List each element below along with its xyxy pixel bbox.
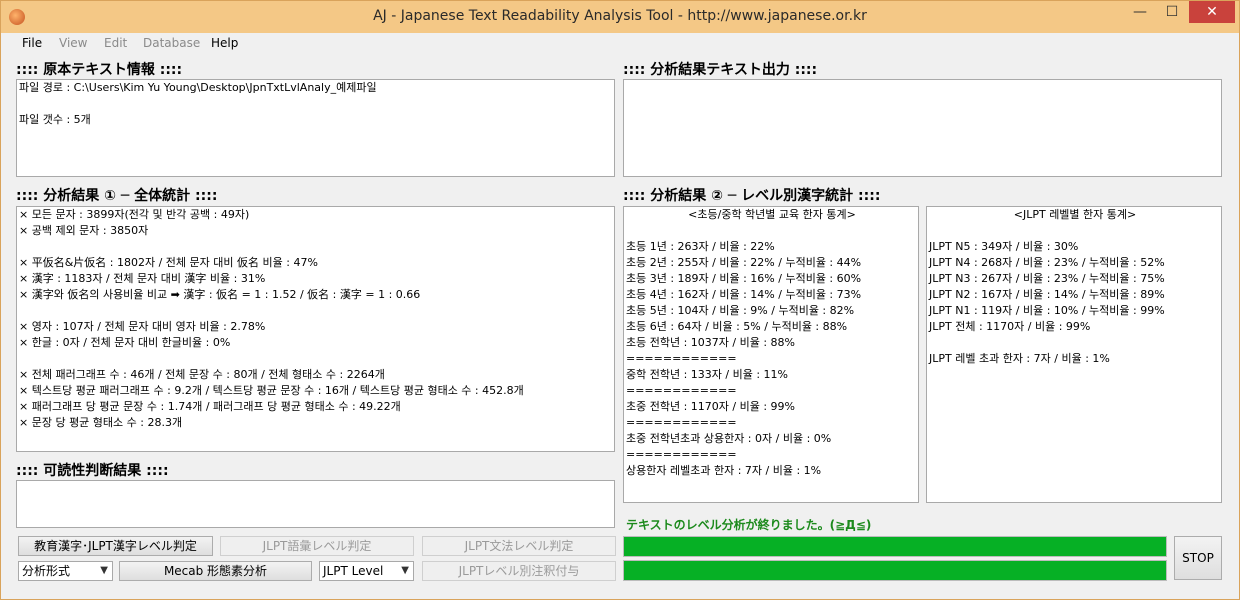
chevron-down-icon: ▼ [100, 565, 108, 576]
app-window: AJ - Japanese Text Readability Analysis … [0, 0, 1240, 600]
readability-title: :::: 可読性判断結果 :::: [16, 463, 169, 479]
menu-database[interactable]: Database [143, 36, 200, 50]
separator: ============ [626, 352, 737, 365]
stat-nonspace-chars: × 공백 제외 문자 : 3850자 [19, 224, 149, 237]
output-title: :::: 分析結果テキスト出力 :::: [623, 62, 818, 78]
level-stats-title: :::: 分析結果 ② ─ レベル別漢字統計 :::: [623, 188, 881, 204]
jlpt-n1: JLPT N1 : 119자 / 비율 : 10% / 누적비율 : 99% [929, 304, 1165, 317]
readability-result-box[interactable] [16, 480, 615, 528]
jlpt-stats-header: <JLPT 레벨별 한자 통계> [1013, 208, 1137, 221]
separator: ============ [626, 416, 737, 429]
menu-view[interactable]: View [59, 36, 87, 50]
jlpt-n3: JLPT N3 : 267자 / 비율 : 23% / 누적비율 : 75% [929, 272, 1165, 285]
stat-per-sentence: × 문장 당 평균 형태소 수 : 28.3개 [19, 416, 183, 429]
jlpt-level-value: JLPT Level [323, 564, 384, 578]
school-kanji-stats-box[interactable]: <초등/중학 학년별 교육 한자 통계> 초등 1년 : 263자 / 비율 :… [623, 206, 919, 503]
stat-kana: × 平仮名&片仮名 : 1802자 / 전체 문자 대비 仮名 비율 : 47% [19, 256, 318, 269]
close-icon[interactable]: ✕ [1189, 1, 1235, 23]
mecab-button[interactable]: Mecab 形態素分析 [119, 561, 312, 581]
maximize-icon[interactable]: ☐ [1157, 1, 1187, 23]
stop-button[interactable]: STOP [1174, 536, 1222, 580]
stat-hangul: × 한글 : 0자 / 전체 문자 대비 한글비율 : 0% [19, 336, 231, 349]
output-text-box[interactable] [623, 79, 1222, 177]
school-stats-header: <초등/중학 학년별 교육 한자 통계> [688, 208, 856, 221]
elementary-total: 초등 전학년 : 1037자 / 비율 : 88% [626, 336, 795, 349]
elem-middle-total: 초중 전학년 : 1170자 / 비율 : 99% [626, 400, 795, 413]
minimize-icon[interactable]: — [1125, 1, 1155, 23]
progress-fill-2 [624, 561, 1166, 580]
grade-3: 초등 3년 : 189자 / 비율 : 16% / 누적비율 : 60% [626, 272, 862, 285]
overall-stats-title: :::: 分析結果 ① ─ 全体統計 :::: [16, 188, 218, 204]
stat-totals: × 전체 패러그래프 수 : 46개 / 전체 문장 수 : 80개 / 전체 … [19, 368, 385, 381]
middle-total: 중학 전학년 : 133자 / 비율 : 11% [626, 368, 788, 381]
jlpt-kanji-stats-box[interactable]: <JLPT 레벨별 한자 통계> JLPT N5 : 349자 / 비율 : 3… [926, 206, 1222, 503]
window-title: AJ - Japanese Text Readability Analysis … [373, 8, 867, 24]
jlpt-n4: JLPT N4 : 268자 / 비율 : 23% / 누적비율 : 52% [929, 256, 1165, 269]
stat-per-paragraph: × 패러그래프 당 평균 문장 수 : 1.74개 / 패러그래프 당 평균 형… [19, 400, 401, 413]
progress-fill-1 [624, 537, 1166, 556]
grade-6: 초등 6년 : 64자 / 비율 : 5% / 누적비율 : 88% [626, 320, 848, 333]
grammar-level-button[interactable]: JLPT文法レベル判定 [422, 536, 616, 556]
grade-5: 초등 5년 : 104자 / 비율 : 9% / 누적비율 : 82% [626, 304, 855, 317]
status-message: テキストのレベル分析が終りました。(≧Д≦) [626, 518, 872, 532]
beyond-common-kanji: 초중 전학년초과 상용한자 : 0자 / 비율 : 0% [626, 432, 832, 445]
grade-4: 초등 4년 : 162자 / 비율 : 14% / 누적비율 : 73% [626, 288, 862, 301]
vocab-level-button[interactable]: JLPT語彙レベル判定 [220, 536, 414, 556]
analysis-format-value: 分析形式 [22, 564, 71, 578]
stat-all-chars: × 모든 문자 : 3899자(전각 및 반각 공백 : 49자) [19, 208, 250, 221]
jlpt-n5: JLPT N5 : 349자 / 비율 : 30% [929, 240, 1079, 253]
chevron-down-icon: ▼ [401, 565, 409, 576]
jlpt-n2: JLPT N2 : 167자 / 비율 : 14% / 누적비율 : 89% [929, 288, 1165, 301]
stat-latin: × 영자 : 107자 / 전체 문자 대비 영자 비율 : 2.78% [19, 320, 266, 333]
progress-bar-2 [623, 560, 1167, 581]
menu-bar: File View Edit Database Help [2, 33, 1238, 54]
grade-2: 초등 2년 : 255자 / 비율 : 22% / 누적비율 : 44% [626, 256, 862, 269]
annotate-button[interactable]: JLPTレベル別注釈付与 [422, 561, 616, 581]
overall-stats-box[interactable]: × 모든 문자 : 3899자(전각 및 반각 공백 : 49자) × 공백 제… [16, 206, 615, 452]
original-info-title: :::: 原本テキスト情報 :::: [16, 62, 183, 78]
progress-bar-1 [623, 536, 1167, 557]
beyond-level-kanji: 상용한자 레벨초과 한자 : 7자 / 비율 : 1% [626, 464, 822, 477]
jlpt-beyond: JLPT 레벨 초과 한자 : 7자 / 비율 : 1% [929, 352, 1110, 365]
separator: ============ [626, 384, 737, 397]
kanji-level-button[interactable]: 教育漢字･JLPT漢字レベル判定 [18, 536, 213, 556]
stat-per-text: × 텍스트당 평균 패러그래프 수 : 9.2개 / 텍스트당 평균 문장 수 … [19, 384, 524, 397]
separator: ============ [626, 448, 737, 461]
jlpt-total: JLPT 전체 : 1170자 / 비율 : 99% [929, 320, 1091, 333]
analysis-format-select[interactable]: 分析形式 ▼ [18, 561, 113, 581]
jlpt-level-select[interactable]: JLPT Level ▼ [319, 561, 414, 581]
stat-kanji-kana-ratio: × 漢字와 仮名의 사용비율 비교 ➡ 漢字 : 仮名 = 1 : 1.52 /… [19, 288, 421, 301]
file-path: 파일 경로 : C:\Users\Kim Yu Young\Desktop\Jp… [19, 81, 377, 94]
menu-file[interactable]: File [22, 36, 42, 50]
stat-kanji: × 漢字 : 1183자 / 전체 문자 대비 漢字 비율 : 31% [19, 272, 266, 285]
menu-help[interactable]: Help [211, 36, 238, 50]
file-count: 파일 갯수 : 5개 [19, 113, 91, 126]
menu-edit[interactable]: Edit [104, 36, 127, 50]
grade-1: 초등 1년 : 263자 / 비율 : 22% [626, 240, 775, 253]
title-bar: AJ - Japanese Text Readability Analysis … [1, 1, 1239, 33]
original-info-box[interactable]: 파일 경로 : C:\Users\Kim Yu Young\Desktop\Jp… [16, 79, 615, 177]
